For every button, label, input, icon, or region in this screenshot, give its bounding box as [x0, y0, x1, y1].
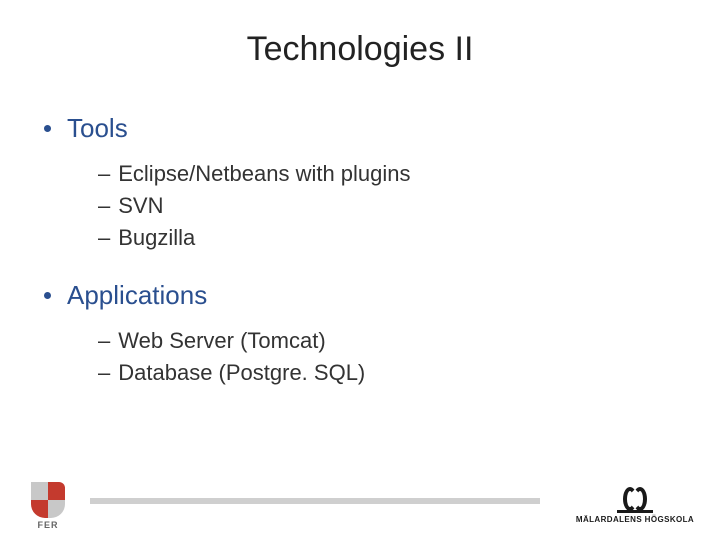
slide-content: Tools –Eclipse/Netbeans with plugins –SV… [32, 113, 688, 388]
bullet-icon [44, 125, 51, 132]
fer-logo-label: FER [24, 520, 72, 530]
list-item-text: Web Server (Tomcat) [118, 325, 325, 357]
section-items: –Eclipse/Netbeans with plugins –SVN –Bug… [98, 158, 688, 254]
dash-icon: – [98, 190, 110, 222]
list-item: –Web Server (Tomcat) [98, 325, 688, 357]
malardalens-logo-label: MÄLARDALENS HÖGSKOLA [576, 515, 694, 524]
logo-icon [623, 487, 647, 511]
slide-title: Technologies II [32, 30, 688, 69]
slide: Technologies II Tools –Eclipse/Netbeans … [0, 0, 720, 540]
dash-icon: – [98, 158, 110, 190]
list-item: –Bugzilla [98, 222, 688, 254]
list-item-text: Bugzilla [118, 222, 195, 254]
bullet-icon [44, 292, 51, 299]
section-heading: Applications [44, 280, 688, 311]
dash-icon: – [98, 222, 110, 254]
dash-icon: – [98, 325, 110, 357]
malardalens-logo: MÄLARDALENS HÖGSKOLA [570, 482, 700, 528]
section-heading: Tools [44, 113, 688, 144]
section-heading-text: Applications [67, 280, 207, 311]
section-items: –Web Server (Tomcat) –Database (Postgre.… [98, 325, 688, 389]
list-item: –Eclipse/Netbeans with plugins [98, 158, 688, 190]
fer-logo: FER [24, 482, 72, 528]
dash-icon: – [98, 357, 110, 389]
list-item: –SVN [98, 190, 688, 222]
section-heading-text: Tools [67, 113, 128, 144]
slide-footer: FER MÄLARDALENS HÖGSKOLA [0, 470, 720, 540]
footer-divider [90, 498, 540, 504]
list-item: –Database (Postgre. SQL) [98, 357, 688, 389]
list-item-text: Database (Postgre. SQL) [118, 357, 365, 389]
list-item-text: Eclipse/Netbeans with plugins [118, 158, 410, 190]
list-item-text: SVN [118, 190, 163, 222]
logo-underline [617, 510, 653, 513]
shield-icon [31, 482, 65, 518]
